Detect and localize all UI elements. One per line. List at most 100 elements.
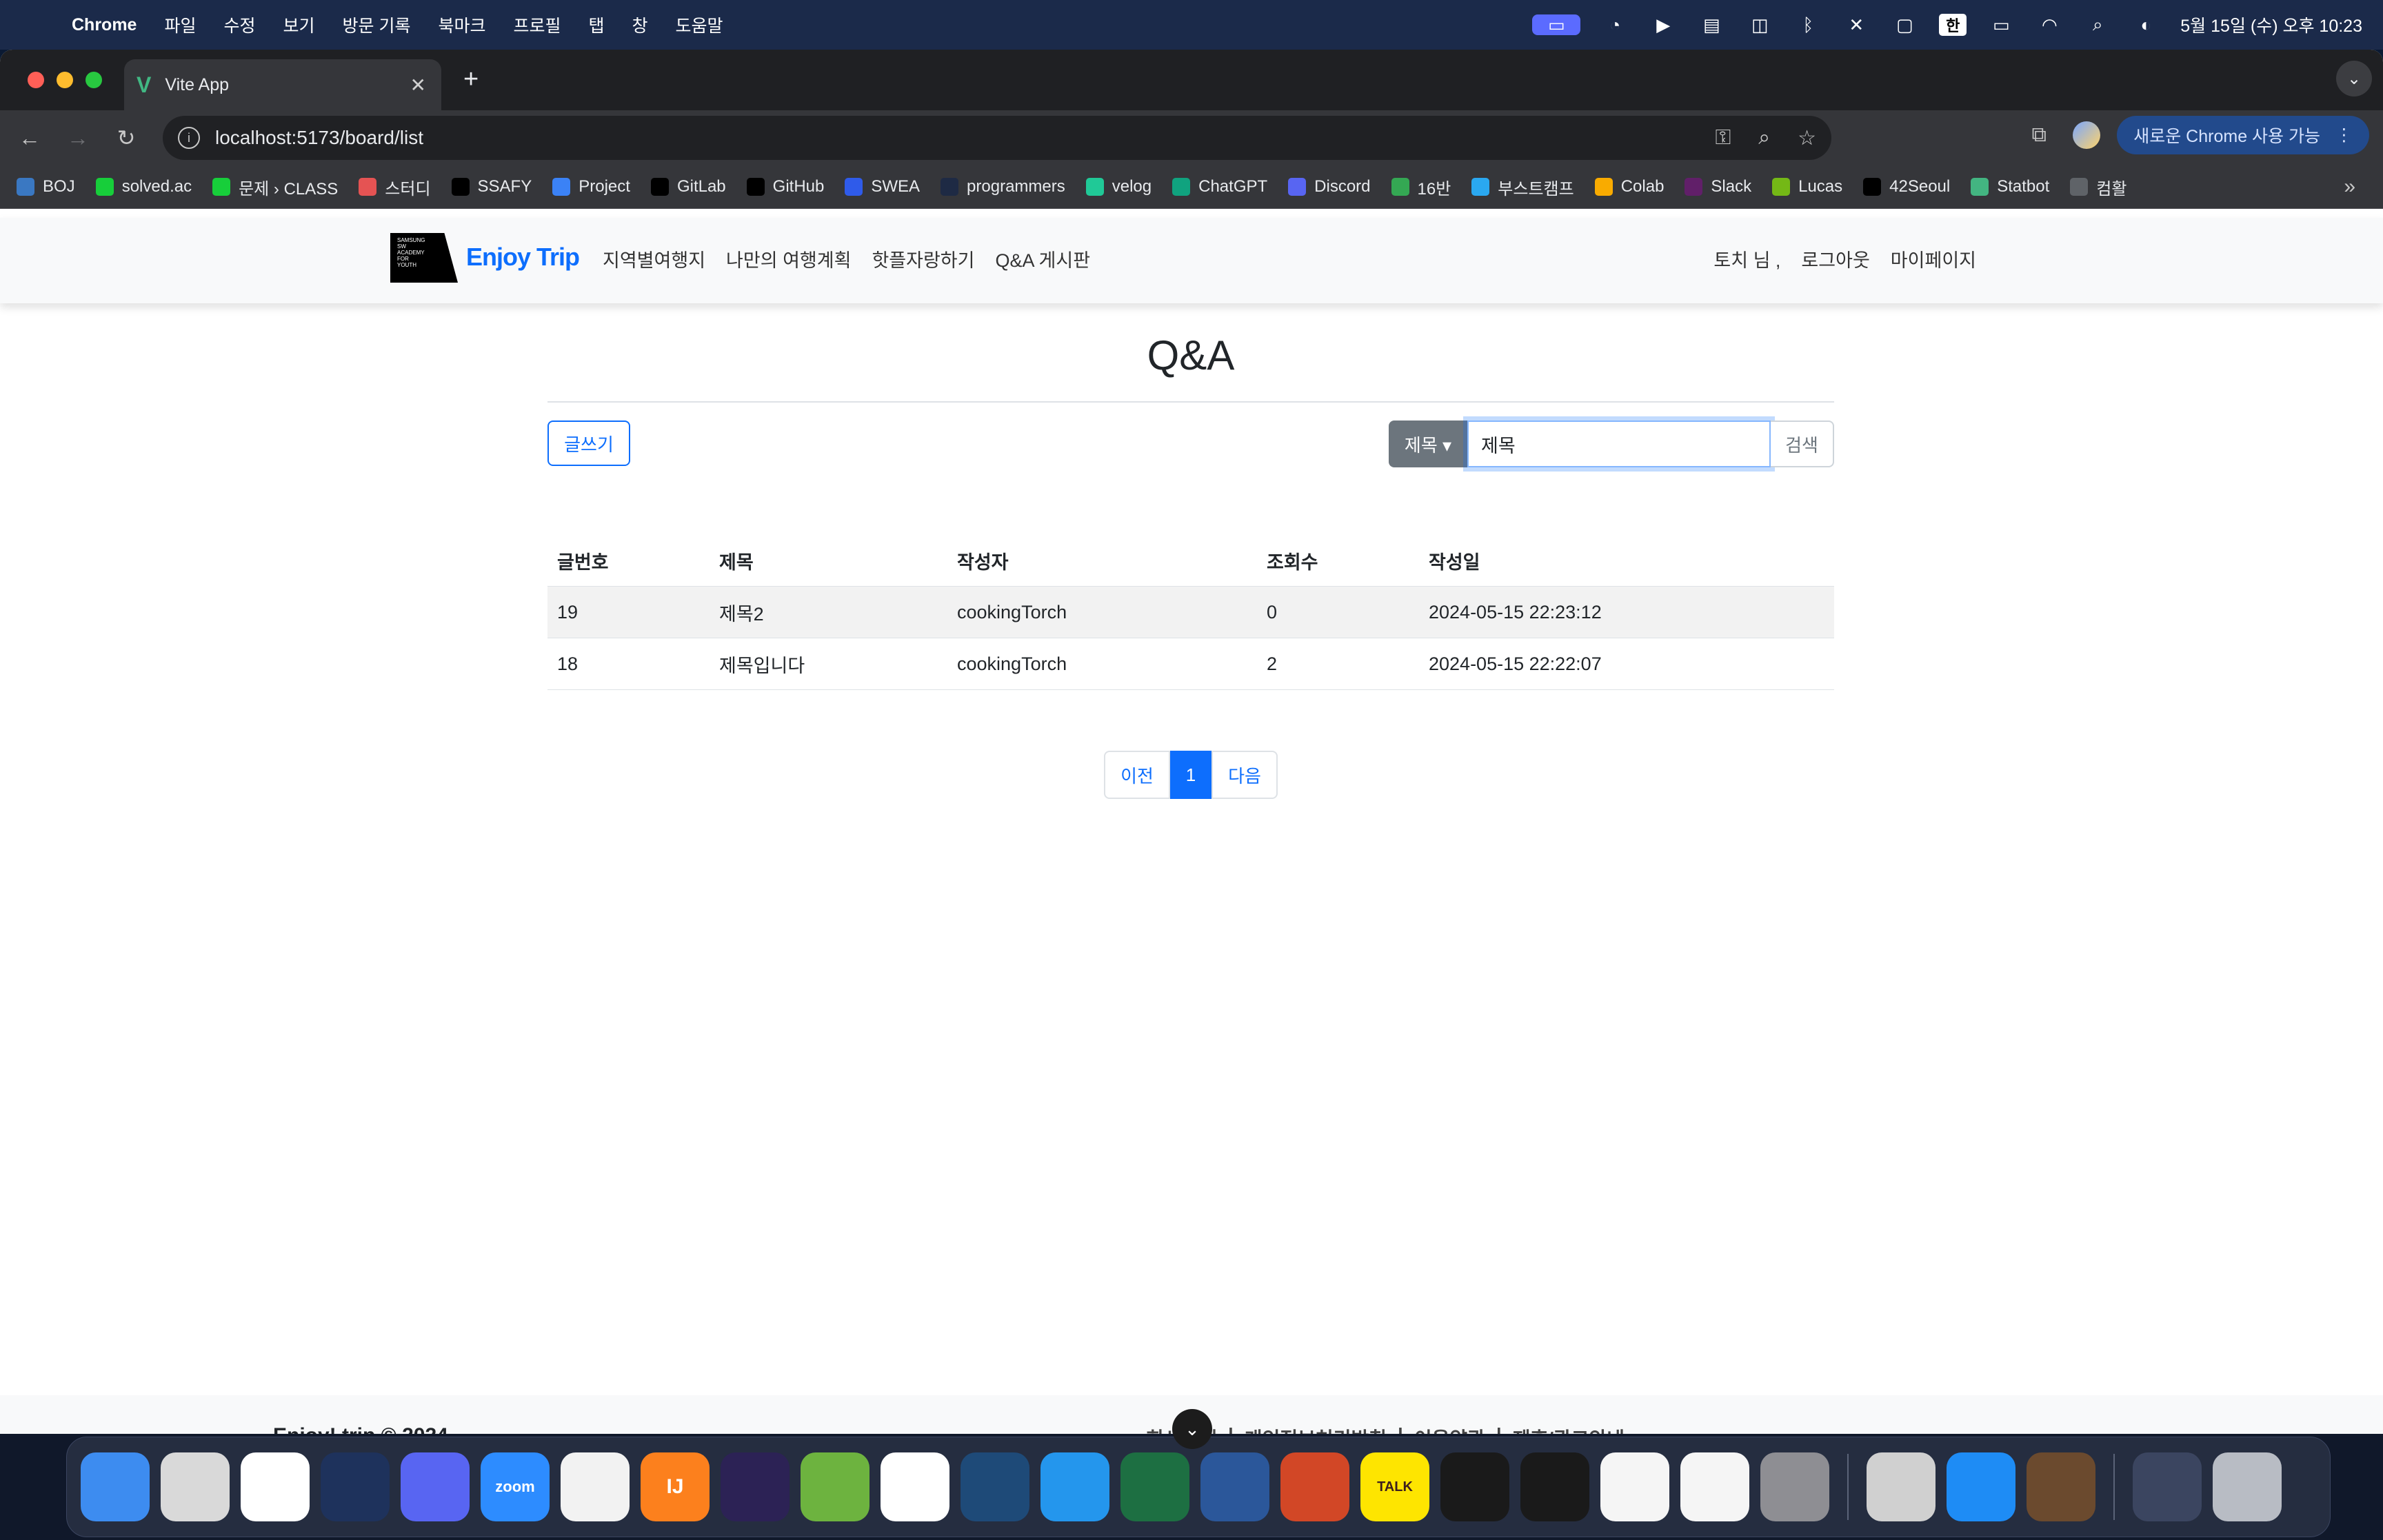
bookmark-item[interactable]: solved.ac <box>95 177 192 196</box>
chrome-update-button[interactable]: 새로운 Chrome 사용 가능 ⋮ <box>2117 116 2369 154</box>
dock-app-icon[interactable] <box>2027 1452 2095 1521</box>
bookmark-item[interactable]: programmers <box>941 177 1065 196</box>
more-bookmarks-icon[interactable]: » <box>2344 175 2355 199</box>
nav-hotplace-share[interactable]: 핫플자랑하기 <box>872 245 974 272</box>
menu-bookmarks[interactable]: 북마크 <box>438 12 485 37</box>
forward-icon[interactable]: → <box>54 125 102 151</box>
tab-vite-app[interactable]: V Vite App ✕ <box>124 59 441 110</box>
url-text[interactable]: localhost:5173/board/list <box>215 127 423 149</box>
dock-app-icon[interactable] <box>881 1452 949 1521</box>
dock-app-icon[interactable] <box>801 1452 869 1521</box>
bookmark-item[interactable]: 42Seoul <box>1863 177 1950 196</box>
maximize-window-button[interactable] <box>86 72 102 88</box>
dock-app-icon[interactable]: zoom <box>481 1452 550 1521</box>
dock-app-icon[interactable] <box>2213 1452 2282 1521</box>
ssafy-logo[interactable]: SAMSUNG SW ACADEMY FOR YOUTH <box>390 233 458 283</box>
menu-profile[interactable]: 프로필 <box>513 12 561 37</box>
clipboard-icon[interactable]: ▤ <box>1698 14 1725 35</box>
search-input[interactable] <box>1467 421 1771 467</box>
dock-app-icon[interactable] <box>1947 1452 2015 1521</box>
menu-tab[interactable]: 탭 <box>589 12 605 37</box>
page-1-button[interactable]: 1 <box>1170 751 1211 799</box>
nav-qna-board[interactable]: Q&A 게시판 <box>995 245 1090 272</box>
dock-app-icon[interactable] <box>1760 1452 1829 1521</box>
close-window-button[interactable] <box>28 72 44 88</box>
bookmark-item[interactable]: Lucas <box>1772 177 1842 196</box>
bookmark-item[interactable]: 컴활 <box>2070 175 2126 199</box>
bookmark-item[interactable]: ChatGPT <box>1172 177 1267 196</box>
wifi-icon[interactable]: ◠ <box>2035 14 2063 35</box>
next-page-button[interactable]: 다음 <box>1211 751 1278 799</box>
dock-app-icon[interactable] <box>961 1452 1029 1521</box>
search-button[interactable]: 검색 <box>1771 421 1834 467</box>
post-title-link[interactable]: 제목입니다 <box>710 638 947 690</box>
bookmark-item[interactable]: velog <box>1085 177 1152 196</box>
address-bar[interactable]: i localhost:5173/board/list ⚿ ⌕ ☆ <box>163 116 1831 160</box>
chevron-down-icon[interactable]: ⌄ <box>1172 1409 1212 1449</box>
nav-my-trip-plan[interactable]: 나만의 여행계획 <box>726 245 851 272</box>
post-title-link[interactable]: 제목2 <box>710 586 947 638</box>
footer-partnership-link[interactable]: 제휴/광고안내 <box>1513 1424 1625 1434</box>
screen-share-icon[interactable]: ▭ <box>1532 14 1581 35</box>
new-tab-button[interactable]: + <box>463 65 479 94</box>
bookmark-item[interactable]: Project <box>552 177 630 196</box>
input-method-indicator[interactable]: 한 <box>1939 14 1967 36</box>
dock-app-icon[interactable] <box>241 1452 310 1521</box>
nav-regional-attractions[interactable]: 지역별여행지 <box>603 245 705 272</box>
reload-icon[interactable]: ↻ <box>102 125 150 151</box>
brand-link[interactable]: Enjoy Trip <box>466 243 580 272</box>
menubar-app-name[interactable]: Chrome <box>72 15 137 35</box>
play-icon[interactable]: ▶ <box>1649 14 1677 35</box>
bookmark-star-icon[interactable]: ☆ <box>1798 126 1816 150</box>
bookmark-item[interactable]: GitLab <box>650 177 726 196</box>
display-icon[interactable]: ▢ <box>1891 14 1918 35</box>
menubar-clock[interactable]: 5월 15일 (수) 오후 10:23 <box>2180 12 2362 37</box>
dock-app-icon[interactable] <box>2133 1452 2202 1521</box>
extensions-icon[interactable]: ⧉ <box>2022 123 2056 147</box>
logout-link[interactable]: 로그아웃 <box>1801 245 1869 272</box>
bookmark-item[interactable]: Discord <box>1288 177 1371 196</box>
bookmark-item[interactable]: 부스트캠프 <box>1471 175 1574 199</box>
menu-edit[interactable]: 수정 <box>223 12 255 37</box>
dock-app-icon[interactable] <box>1867 1452 1935 1521</box>
table-row[interactable]: 18 제목입니다 cookingTorch 2 2024-05-15 22:22… <box>547 638 1834 690</box>
bookmark-item[interactable]: Statbot <box>1971 177 2049 196</box>
cursor-app-icon[interactable]: ◫ <box>1746 14 1773 35</box>
search-key-dropdown[interactable]: 제목 ▾ <box>1389 421 1467 467</box>
dock-app-icon[interactable] <box>1680 1452 1749 1521</box>
dock-app-icon[interactable]: TALK <box>1360 1452 1429 1521</box>
spotlight-search-icon[interactable]: ⌕ <box>2084 14 2111 35</box>
dock-app-icon[interactable] <box>561 1452 630 1521</box>
site-info-icon[interactable]: i <box>178 127 200 149</box>
dock-app-icon[interactable] <box>1440 1452 1509 1521</box>
dock-app-icon[interactable] <box>721 1452 790 1521</box>
dock-app-icon[interactable]: IJ <box>641 1452 710 1521</box>
menu-file[interactable]: 파일 <box>164 12 196 37</box>
menu-window[interactable]: 창 <box>632 12 648 37</box>
profile-avatar[interactable] <box>2073 121 2101 149</box>
dock-app-icon[interactable] <box>161 1452 230 1521</box>
dock-app-icon[interactable] <box>401 1452 470 1521</box>
battery-icon[interactable]: ▭ <box>1987 14 2015 35</box>
dock-app-icon[interactable] <box>1120 1452 1189 1521</box>
bookmark-item[interactable]: SSAFY <box>451 177 532 196</box>
table-row[interactable]: 19 제목2 cookingTorch 0 2024-05-15 22:23:1… <box>547 586 1834 638</box>
bookmark-item[interactable]: 문제 › CLASS <box>212 175 338 199</box>
password-key-icon[interactable]: ⚿ <box>1715 126 1731 150</box>
bookmark-item[interactable]: 16반 <box>1391 175 1451 199</box>
timer-icon[interactable]: ◔ <box>1601 14 1629 35</box>
tab-search-chevron-icon[interactable]: ⌄ <box>2336 61 2372 97</box>
close-tab-icon[interactable]: ✕ <box>410 74 426 97</box>
menu-view[interactable]: 보기 <box>283 12 315 37</box>
write-post-button[interactable]: 글쓰기 <box>547 421 630 466</box>
dock-app-icon[interactable] <box>1600 1452 1669 1521</box>
footer-terms-link[interactable]: 이용약관 <box>1414 1424 1485 1434</box>
bookmark-item[interactable]: Colab <box>1594 177 1664 196</box>
zoom-icon[interactable]: ⌕ <box>1758 126 1770 150</box>
dock-app-icon[interactable] <box>1200 1452 1269 1521</box>
bookmark-item[interactable]: BOJ <box>17 177 75 196</box>
dock-app-icon[interactable] <box>81 1452 150 1521</box>
menu-help[interactable]: 도움말 <box>676 12 723 37</box>
dock-app-icon[interactable] <box>1520 1452 1589 1521</box>
control-center-icon[interactable]: ◐ <box>2132 14 2160 35</box>
